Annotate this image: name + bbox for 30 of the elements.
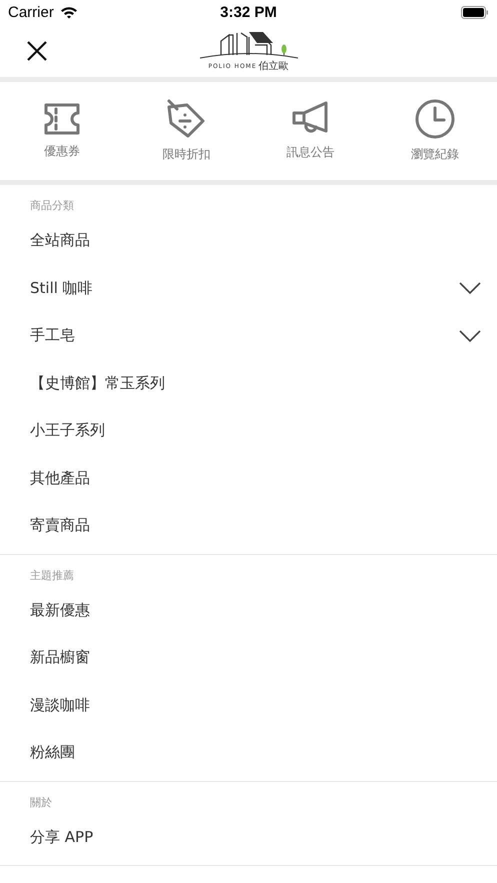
ticket-icon: [42, 102, 82, 136]
carrier-name: Carrier: [8, 4, 54, 21]
shortcut-button[interactable]: 限時折扣: [124, 99, 248, 163]
menu-item[interactable]: 漫談咖啡: [0, 682, 497, 729]
menu-item[interactable]: Still 咖啡: [0, 264, 497, 312]
battery-icon: [461, 6, 489, 19]
menu-item[interactable]: 【史博館】常玉系列: [0, 360, 497, 407]
menu-item[interactable]: 分享 APP: [0, 814, 497, 861]
tag-icon: [166, 99, 206, 139]
shortcut-button[interactable]: 訊息公告: [248, 101, 373, 161]
chevron-down-icon: [459, 282, 481, 294]
menu-item[interactable]: 手工皂: [0, 312, 497, 360]
menu-item[interactable]: 全站商品: [0, 217, 497, 264]
chevron-down-icon: [459, 330, 481, 342]
shortcut-button[interactable]: 瀏覽紀錄: [372, 99, 497, 163]
menu-item[interactable]: 小王子系列: [0, 407, 497, 454]
logo-text: 伯立歐: [258, 60, 289, 73]
section-title: 主題推薦: [29, 568, 75, 584]
wifi-icon: [60, 6, 78, 19]
menu-item[interactable]: 粉絲團: [0, 729, 497, 776]
clock-icon: [414, 99, 455, 139]
menu-item[interactable]: 寄賣商品: [0, 502, 497, 550]
menu-item[interactable]: 新品櫥窗: [0, 634, 497, 682]
status-time: 3:32 PM: [220, 4, 277, 21]
shortcut-button[interactable]: 優惠券: [0, 102, 124, 160]
section-title: 商品分類: [29, 198, 75, 214]
close-button[interactable]: [26, 40, 48, 62]
menu-item[interactable]: 其他產品: [0, 454, 497, 502]
menu-item[interactable]: 最新優惠: [0, 586, 497, 634]
section-title: 關於: [29, 794, 53, 810]
